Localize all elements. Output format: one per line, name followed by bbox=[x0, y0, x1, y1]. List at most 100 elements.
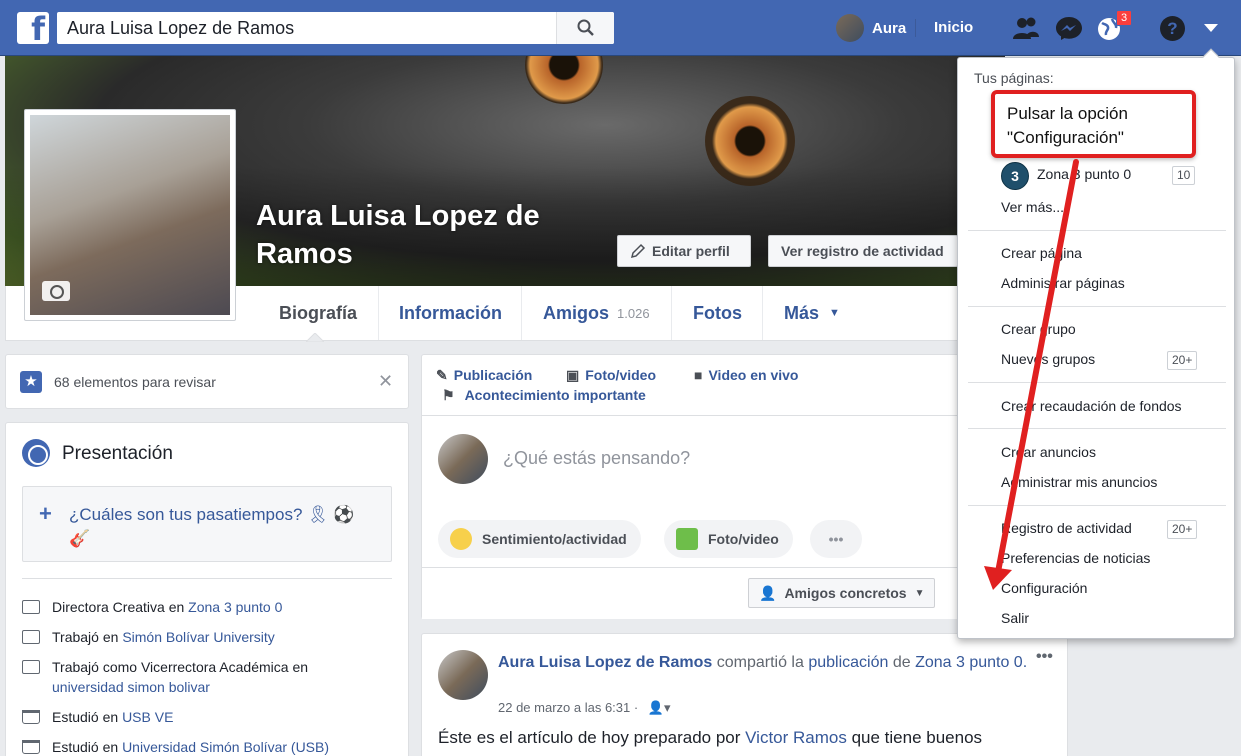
home-link[interactable]: Inicio bbox=[934, 19, 973, 36]
post-header-period: . bbox=[1022, 654, 1028, 671]
menu-item-settings[interactable]: Configuración bbox=[1001, 580, 1087, 596]
menu-item-create-group[interactable]: Crear grupo bbox=[1001, 321, 1076, 337]
photo-video-button[interactable]: Foto/video bbox=[664, 520, 793, 558]
post-publication-link[interactable]: publicación bbox=[808, 654, 888, 671]
info-item-work: Trabajó como Vicerrectora Académica en u… bbox=[22, 657, 362, 697]
menu-item-see-more[interactable]: Ver más... bbox=[1001, 199, 1064, 215]
menu-item-activity-log[interactable]: Registro de actividad bbox=[1001, 520, 1132, 536]
menu-item-fundraiser[interactable]: Crear recaudación de fondos bbox=[1001, 398, 1182, 414]
post-menu-button[interactable]: ••• bbox=[1036, 648, 1053, 666]
post-author-link[interactable]: Aura Luisa Lopez de Ramos bbox=[498, 654, 712, 671]
tab-biography[interactable]: Biografía bbox=[279, 286, 357, 340]
graduation-cap-icon bbox=[22, 740, 40, 754]
tab-label: Fotos bbox=[693, 302, 742, 323]
info-item-education: Estudió en USB VE bbox=[22, 707, 382, 727]
graduation-cap-icon bbox=[22, 710, 40, 724]
review-card[interactable]: ★ 68 elementos para revisar ✕ bbox=[5, 354, 409, 409]
profile-shortcut-label: Aura bbox=[872, 19, 907, 37]
help-icon[interactable]: ? bbox=[1160, 16, 1185, 41]
menu-item-manage-ads[interactable]: Administrar mis anuncios bbox=[1001, 474, 1157, 490]
post-date[interactable]: 22 de marzo a las 6:31 · bbox=[498, 700, 638, 715]
post-text-part: que tiene buenos bbox=[846, 728, 983, 747]
feeling-label: Sentimiento/actividad bbox=[482, 531, 627, 547]
divider bbox=[378, 286, 379, 340]
divider bbox=[22, 578, 392, 579]
briefcase-icon bbox=[22, 630, 40, 644]
more-options-button[interactable]: ••• bbox=[810, 520, 862, 558]
post-page-link[interactable]: Zona 3 punto 0 bbox=[915, 654, 1023, 671]
info-link[interactable]: Universidad Simón Bolívar (USB) bbox=[122, 739, 329, 755]
camera-icon: ▣ bbox=[566, 367, 580, 383]
composer-post-label: Publicación bbox=[453, 367, 533, 383]
tab-label: Más bbox=[784, 302, 820, 323]
facebook-logo-icon[interactable]: f bbox=[17, 12, 49, 44]
composer-input[interactable]: ¿Qué estás pensando? bbox=[503, 448, 690, 469]
camera-icon[interactable] bbox=[42, 281, 70, 301]
feed-post: Aura Luisa Lopez de Ramos compartió la p… bbox=[421, 633, 1068, 756]
edit-profile-button[interactable]: Editar perfil bbox=[617, 235, 751, 267]
info-item-work: Trabajó en Simón Bolívar University bbox=[22, 627, 382, 647]
search-icon bbox=[577, 19, 594, 36]
add-hobbies-box[interactable]: + ¿Cuáles son tus pasatiempos? 🎗 ⚽ 🎸 bbox=[22, 486, 392, 562]
chevron-down-icon: ▼ bbox=[914, 587, 925, 599]
page-notification-count: 10 bbox=[1172, 166, 1196, 185]
feeling-activity-button[interactable]: Sentimiento/actividad bbox=[438, 520, 641, 558]
photo-icon bbox=[676, 528, 698, 550]
photo-video-label: Foto/video bbox=[708, 531, 779, 547]
review-text: 68 elementos para revisar bbox=[54, 374, 216, 390]
search-box bbox=[57, 12, 614, 44]
globe-icon bbox=[22, 439, 50, 467]
tab-info[interactable]: Información bbox=[399, 286, 502, 340]
profile-picture[interactable] bbox=[24, 109, 236, 321]
video-camera-icon: ■ bbox=[694, 367, 703, 383]
your-pages-label: Tus páginas: bbox=[974, 70, 1054, 86]
composer-life-event-tab[interactable]: ⚑ Acontecimiento importante bbox=[442, 387, 646, 404]
menu-item-page[interactable]: Zona 3 punto 0 bbox=[1037, 166, 1131, 182]
menu-item-new-groups[interactable]: Nuevos grupos bbox=[1001, 351, 1095, 367]
notifications-badge: 3 bbox=[1116, 10, 1133, 26]
info-link[interactable]: USB VE bbox=[122, 709, 173, 725]
top-navigation-bar: f Aura Inicio 3 ? bbox=[0, 0, 1241, 56]
activity-log-button[interactable]: Ver registro de actividad bbox=[768, 235, 958, 267]
presentation-title: Presentación bbox=[62, 443, 173, 464]
divider bbox=[762, 286, 763, 340]
messenger-icon[interactable] bbox=[1055, 15, 1083, 41]
flag-icon: ⚑ bbox=[442, 387, 455, 403]
search-input[interactable] bbox=[57, 12, 554, 44]
tab-more[interactable]: Más ▼ bbox=[784, 286, 840, 340]
profile-shortcut[interactable]: Aura bbox=[836, 14, 906, 42]
menu-item-news-preferences[interactable]: Preferencias de noticias bbox=[1001, 550, 1150, 566]
star-icon: ★ bbox=[20, 371, 42, 393]
composer-photo-tab[interactable]: ▣ Foto/video bbox=[566, 367, 656, 384]
privacy-icon[interactable]: 👤▾ bbox=[648, 700, 671, 715]
info-link[interactable]: universidad simon bolivar bbox=[52, 679, 210, 695]
hobbies-prompt[interactable]: ¿Cuáles son tus pasatiempos? 🎗 ⚽ 🎸 bbox=[69, 503, 369, 551]
menu-item-manage-pages[interactable]: Administrar páginas bbox=[1001, 275, 1125, 291]
composer-live-tab[interactable]: ■ Video en vivo bbox=[694, 367, 798, 383]
divider bbox=[671, 286, 672, 340]
info-item-education: Estudió en Universidad Simón Bolívar (US… bbox=[22, 737, 382, 756]
info-text: Trabajó en bbox=[52, 629, 123, 645]
audience-selector[interactable]: 👤 Amigos concretos ▼ bbox=[748, 578, 936, 608]
presentation-card: Presentación + ¿Cuáles son tus pasatiemp… bbox=[5, 422, 409, 756]
menu-item-create-ads[interactable]: Crear anuncios bbox=[1001, 444, 1096, 460]
menu-item-logout[interactable]: Salir bbox=[1001, 610, 1029, 626]
composer-post-tab[interactable]: ✎ Publicación bbox=[436, 367, 532, 384]
post-mention-link[interactable]: Victor Ramos bbox=[745, 728, 847, 747]
search-button[interactable] bbox=[556, 12, 614, 44]
divider bbox=[915, 19, 916, 37]
menu-item-create-page[interactable]: Crear página bbox=[1001, 245, 1082, 261]
post-text-part: Éste es el artículo de hoy preparado por bbox=[438, 728, 746, 747]
info-link[interactable]: Zona 3 punto 0 bbox=[188, 599, 282, 615]
close-icon[interactable]: ✕ bbox=[378, 371, 393, 392]
info-link[interactable]: Simón Bolívar University bbox=[122, 629, 275, 645]
info-text: Trabajó como Vicerrectora Académica en bbox=[52, 659, 309, 675]
person-icon: 👤 bbox=[759, 584, 777, 601]
avatar[interactable] bbox=[438, 650, 488, 700]
divider bbox=[968, 306, 1226, 307]
tab-photos[interactable]: Fotos bbox=[693, 286, 742, 340]
tab-friends[interactable]: Amigos 1.026 bbox=[543, 286, 650, 340]
friend-requests-icon[interactable] bbox=[1012, 15, 1040, 41]
composer-footer: 👤 Amigos concretos ▼ bbox=[422, 567, 1000, 619]
account-menu-caret-icon[interactable] bbox=[1204, 24, 1218, 32]
